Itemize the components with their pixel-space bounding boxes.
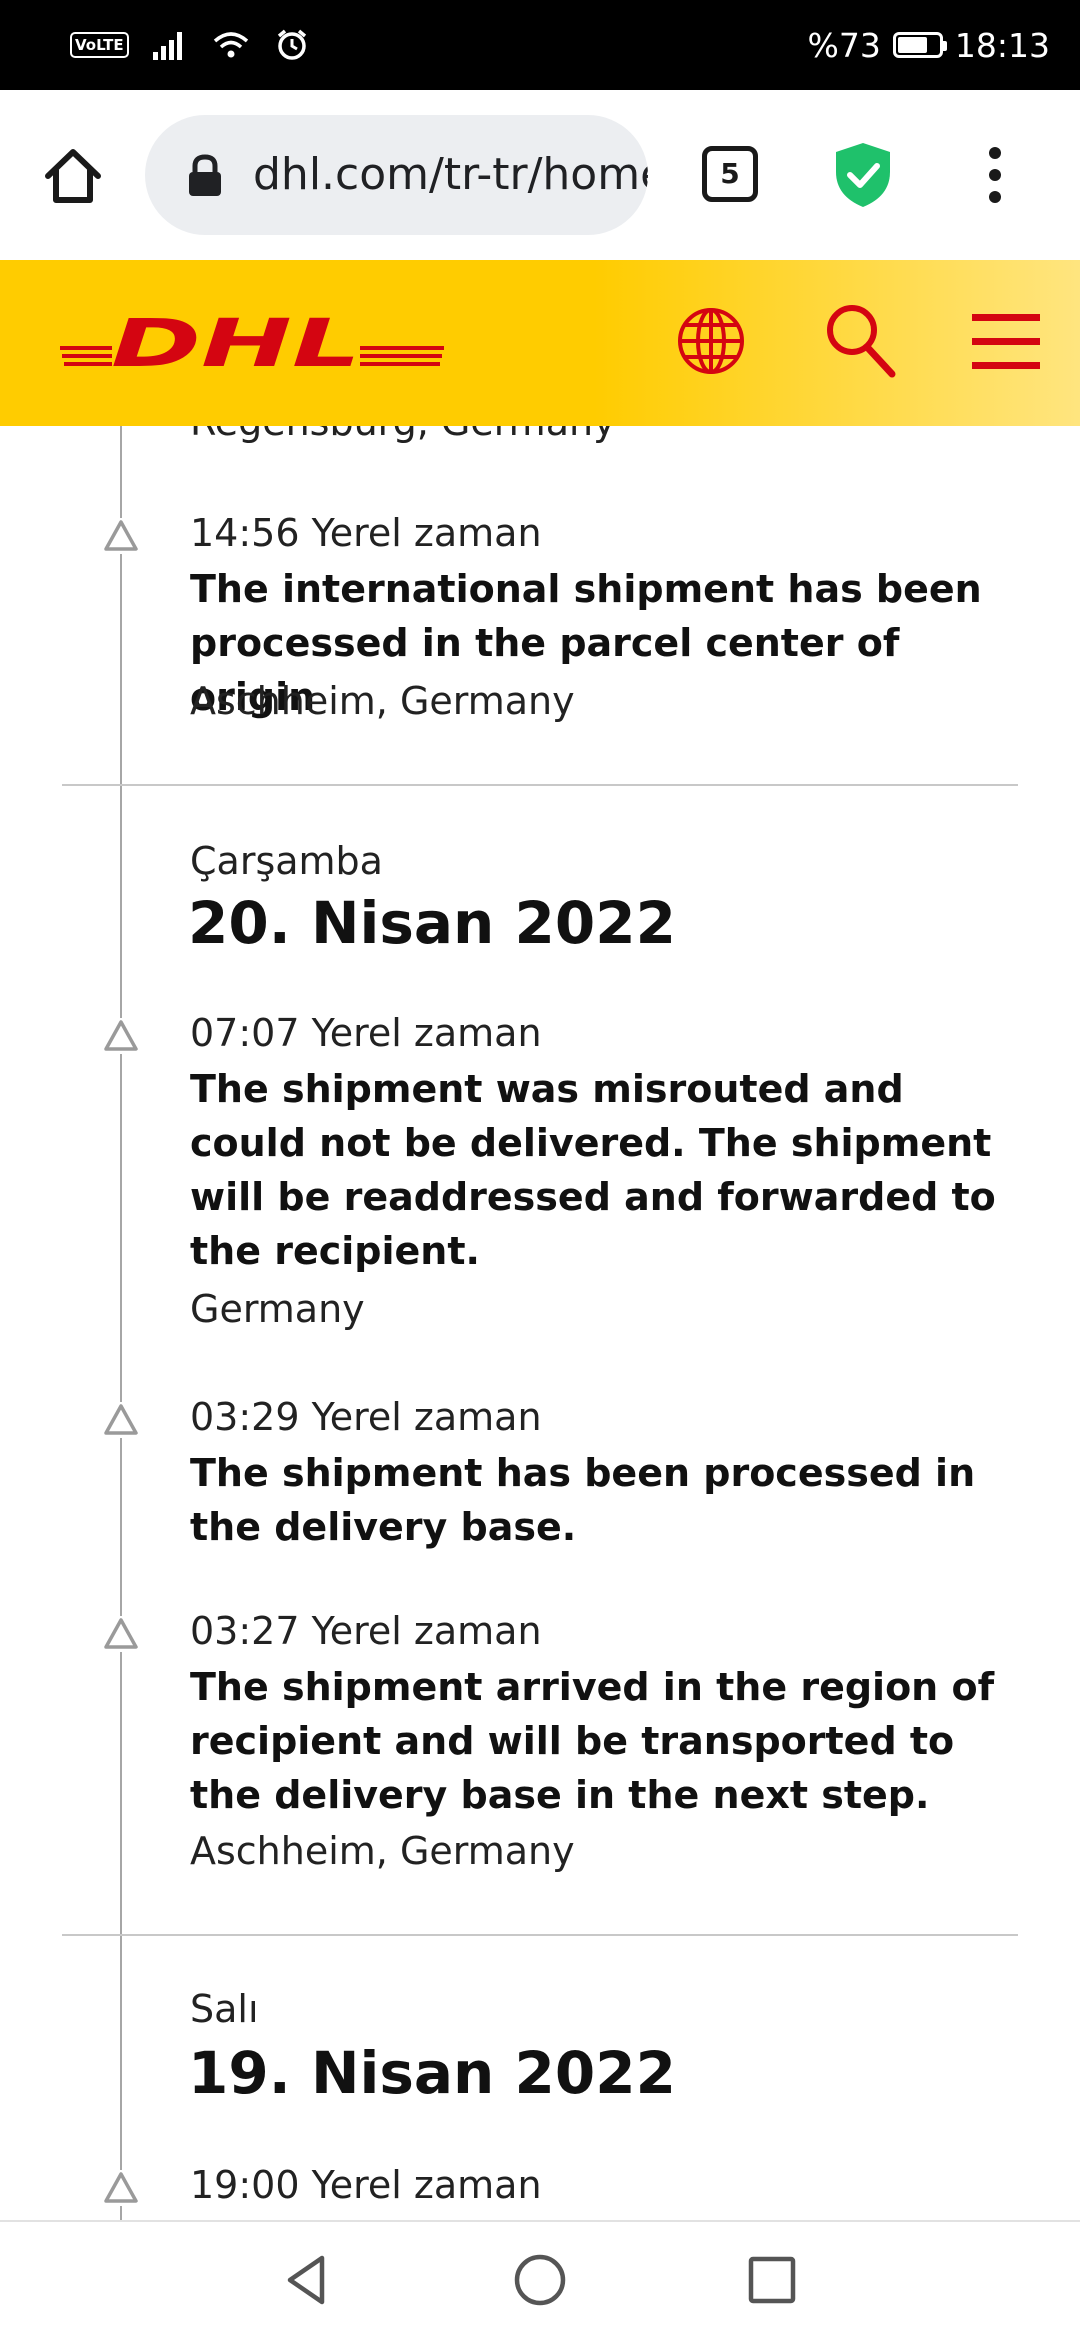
battery-icon [892,32,947,58]
browser-toolbar: dhl.com/tr-tr/home 5 [0,90,1080,262]
event-time: 03:29 Yerel zaman [190,1395,542,1439]
wifi-icon [213,32,248,58]
lock-icon [189,154,221,196]
language-button[interactable] [675,305,747,377]
day-divider [62,784,1018,786]
tabs-button[interactable]: 5 [702,146,758,202]
home-icon [45,149,101,203]
globe-icon [678,308,744,374]
event-time: 03:27 Yerel zaman [190,1609,542,1653]
nav-recents-button[interactable] [742,2250,802,2310]
event-description: The shipment arrived in the region of re… [190,1665,995,1817]
day-date: 20. Nisan 2022 [188,889,676,957]
event-time: 14:56 Yerel zaman [190,511,542,555]
timeline-marker-icon [103,1616,139,1652]
nav-home-button[interactable] [510,2250,570,2310]
timeline-line [120,426,122,2220]
event-time: 19:00 Yerel zaman [190,2163,542,2207]
more-options-button[interactable] [975,140,1015,210]
day-name: Çarşamba [190,839,383,883]
event-location: Aschheim, Germany [190,679,575,723]
home-button[interactable] [38,140,108,210]
event-location: Germany [190,1287,365,1331]
nav-back-button[interactable] [278,2250,338,2310]
dhl-logo-text: DHL [111,310,361,376]
day-date: 19. Nisan 2022 [188,2039,676,2107]
clock: 18:13 [954,25,1050,65]
battery-fill [897,37,927,53]
shield-button[interactable] [832,140,894,210]
home-circle-icon [514,2254,566,2306]
signal-icon [152,32,182,60]
event-time: 07:07 Yerel zaman [190,1011,542,1055]
day-divider [62,1934,1018,1936]
timeline-marker-icon [103,1402,139,1438]
event-description: The shipment has been processed in the d… [190,1451,976,1549]
menu-icon [972,314,1040,369]
dhl-header: DHL [0,260,1080,426]
shield-check-icon [836,143,890,207]
back-icon [287,2255,325,2305]
url-text: dhl.com/tr-tr/home [253,149,648,200]
system-nav-bar [0,2220,1080,2342]
status-left: VoLTE [70,27,309,63]
more-vert-icon [989,147,1001,203]
day-name: Salı [190,1987,259,2031]
search-button[interactable] [822,300,898,380]
recents-icon [748,2256,796,2304]
status-right: %73 18:13 [808,22,1050,68]
battery-percent: %73 [807,25,881,65]
timeline-marker-icon [103,518,139,554]
event-description: The shipment was misrouted and could not… [190,1067,996,1273]
event-location: Regensburg, Germany [190,426,616,444]
address-bar[interactable]: dhl.com/tr-tr/home [145,115,648,235]
dhl-logo[interactable]: DHL [60,310,444,376]
status-bar: VoLTE %73 18:13 [0,0,1080,90]
menu-button[interactable] [970,310,1042,374]
alarm-icon [277,29,306,60]
timeline-marker-icon [103,2170,139,2206]
search-icon [827,305,896,378]
event-location: Aschheim, Germany [190,1829,575,1873]
timeline-marker-icon [103,1018,139,1054]
volte-badge: VoLTE [70,32,129,58]
tracking-timeline[interactable]: Regensburg, Germany 14:56 Yerel zaman Th… [0,426,1080,2220]
